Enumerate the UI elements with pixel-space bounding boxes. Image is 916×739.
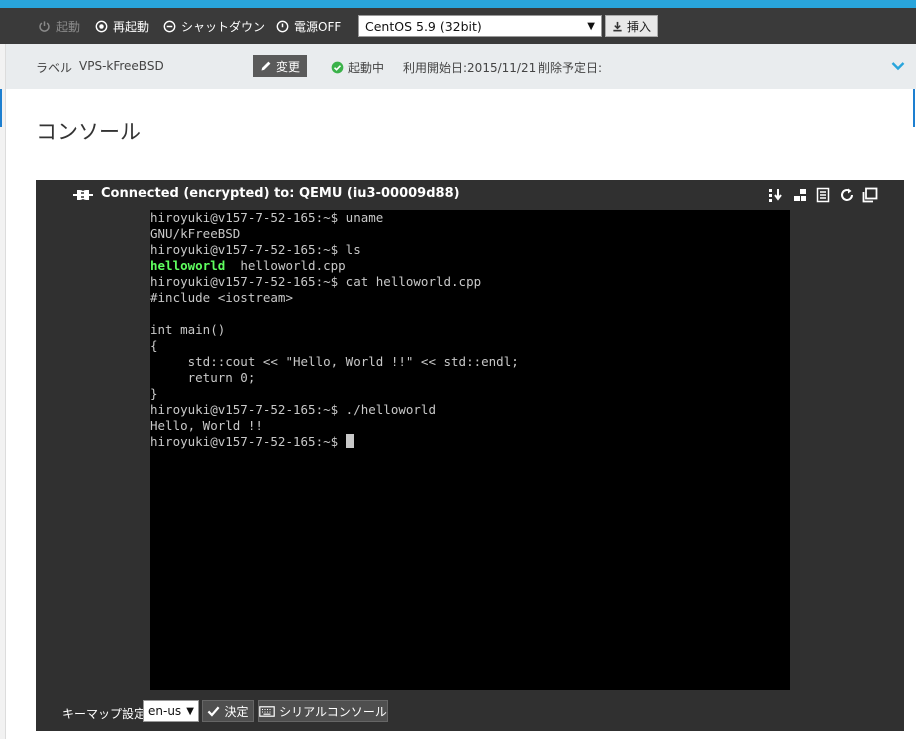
insert-label: 挿入 xyxy=(626,19,651,34)
plug-icon xyxy=(73,190,93,200)
clipboard-icon[interactable] xyxy=(792,187,808,203)
power-icon xyxy=(39,20,50,32)
start-label: 起動 xyxy=(56,19,81,34)
fullscreen-icon[interactable] xyxy=(862,187,878,203)
terminal-line: return 0; xyxy=(150,370,256,385)
ls-file-entry: helloworld.cpp xyxy=(240,258,346,273)
server-info-bar: ラベル VPS-kFreeBSD 変更 起動中 利用開始日:2015/11/21… xyxy=(6,44,916,89)
label-key: ラベル xyxy=(36,61,73,75)
ls-directory-entry: helloworld xyxy=(150,258,226,273)
start-button[interactable]: 起動 xyxy=(38,8,80,44)
keyboard-toggle-icon[interactable] xyxy=(768,187,784,203)
download-icon xyxy=(613,21,622,31)
console-header-tools xyxy=(768,187,886,203)
terminal-prompt-line: hiroyuki@v157-7-52-165:~$ xyxy=(150,434,790,450)
check-circle-icon xyxy=(331,61,344,74)
terminal-line: int main() xyxy=(150,322,226,337)
keymap-value: en-us xyxy=(148,704,182,718)
insert-button[interactable]: 挿入 xyxy=(605,15,658,37)
terminal-line: hiroyuki@v157-7-52-165:~$ uname xyxy=(150,210,384,225)
terminal-line: hiroyuki@v157-7-52-165:~$ ./helloworld xyxy=(150,402,436,417)
minus-circle-icon xyxy=(163,20,176,32)
change-label: 変更 xyxy=(275,59,300,74)
console-panel: Connected (encrypted) to: QEMU (iu3-0000… xyxy=(36,180,904,731)
change-label-button[interactable]: 変更 xyxy=(253,55,307,77)
power-off-label: 電源OFF xyxy=(294,19,342,34)
start-date: 利用開始日:2015/11/21 xyxy=(403,61,537,75)
serial-label: シリアルコンソール xyxy=(279,704,387,719)
left-active-marker xyxy=(0,89,2,127)
os-select[interactable]: CentOS 5.9 (32bit) ▼ xyxy=(358,15,602,37)
console-header: Connected (encrypted) to: QEMU (iu3-0000… xyxy=(36,180,904,209)
terminal-line-ls-output: helloworld helloworld.cpp xyxy=(150,258,790,274)
terminal-prompt: hiroyuki@v157-7-52-165:~$ xyxy=(150,434,346,449)
keyboard-icon xyxy=(259,705,275,717)
right-active-marker xyxy=(913,89,915,127)
restart-label: 再起動 xyxy=(113,19,150,34)
server-toolbar: 起動 再起動 シャットダウン 電源OFF CentOS 5.9 (32bit) … xyxy=(0,8,916,44)
check-icon xyxy=(208,706,220,717)
terminal-line: std::cout << "Hello, World !!" << std::e… xyxy=(150,354,519,369)
dropdown-arrow-icon: ▼ xyxy=(186,705,194,717)
top-accent-strip xyxy=(0,0,916,8)
serial-console-button[interactable]: シリアルコンソール xyxy=(258,700,388,722)
dropdown-arrow-icon: ▼ xyxy=(587,20,595,32)
ls-spacer xyxy=(225,258,240,273)
terminal-line: #include <iostream> xyxy=(150,290,293,305)
shutdown-label: シャットダウン xyxy=(181,19,266,34)
terminal-line: hiroyuki@v157-7-52-165:~$ cat helloworld… xyxy=(150,274,482,289)
console-footer: キーマップ設定 en-us ▼ 決定 シリアルコンソール xyxy=(36,698,904,724)
keymap-select[interactable]: en-us ▼ xyxy=(143,700,199,722)
pencil-icon xyxy=(261,61,271,71)
keymap-label: キーマップ設定 xyxy=(62,707,147,721)
power-off-icon xyxy=(276,20,289,32)
terminal-line: } xyxy=(150,386,158,401)
record-icon xyxy=(95,20,108,32)
reconnect-icon[interactable] xyxy=(839,187,855,203)
power-off-button[interactable]: 電源OFF xyxy=(276,8,341,44)
decide-label: 決定 xyxy=(224,704,249,719)
restart-button[interactable]: 再起動 xyxy=(95,8,149,44)
terminal-line: { xyxy=(150,338,158,353)
terminal-line: hiroyuki@v157-7-52-165:~$ ls xyxy=(150,242,361,257)
terminal-screen[interactable]: hiroyuki@v157-7-52-165:~$ uname GNU/kFre… xyxy=(150,210,790,690)
label-value: VPS-kFreeBSD xyxy=(79,59,164,73)
terminal-line: Hello, World !! xyxy=(150,418,263,433)
os-select-value: CentOS 5.9 (32bit) xyxy=(365,18,482,34)
chevron-down-icon[interactable] xyxy=(890,58,906,74)
delete-date: 削除予定日: xyxy=(538,61,603,75)
page-title: コンソール xyxy=(36,120,141,144)
terminal-line: GNU/kFreeBSD xyxy=(150,226,241,241)
status-indicator: 起動中 xyxy=(331,59,384,76)
connection-status-text: Connected (encrypted) to: QEMU (iu3-0000… xyxy=(101,186,460,201)
status-label: 起動中 xyxy=(348,61,385,75)
left-gutter xyxy=(0,44,6,739)
shutdown-button[interactable]: シャットダウン xyxy=(163,8,265,44)
keymap-apply-button[interactable]: 決定 xyxy=(202,700,254,722)
terminal-cursor xyxy=(345,434,354,448)
settings-document-icon[interactable] xyxy=(815,187,831,203)
